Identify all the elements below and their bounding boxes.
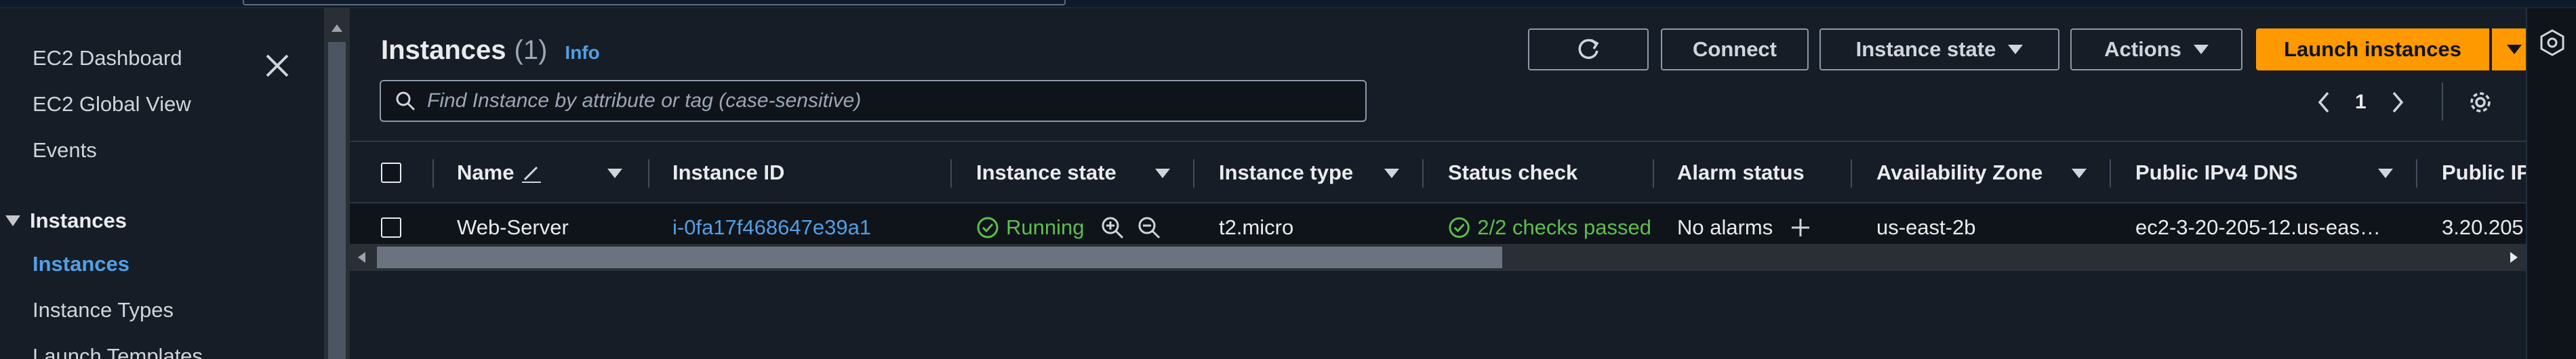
column-header-instance-state[interactable]: Instance state xyxy=(976,142,1116,204)
instance-state-label: Instance state xyxy=(1855,37,1996,61)
sidebar-scrollbar[interactable] xyxy=(324,8,350,359)
status-check-text: 2/2 checks passed xyxy=(1477,215,1651,239)
row-checkbox[interactable] xyxy=(381,217,401,238)
sidebar-scrollbar-thumb[interactable] xyxy=(328,42,346,359)
sort-icon[interactable] xyxy=(2378,169,2393,178)
edit-icon xyxy=(522,166,542,183)
column-separator xyxy=(648,159,649,188)
instance-state-dropdown[interactable]: Instance state xyxy=(1819,28,2059,70)
launch-instances-button[interactable]: Launch instances xyxy=(2256,28,2489,70)
pagination: 1 xyxy=(2316,85,2406,119)
sort-icon[interactable] xyxy=(607,169,622,178)
check-circle-icon xyxy=(1449,217,1470,238)
connect-button[interactable]: Connect xyxy=(1661,28,1809,70)
divider xyxy=(2442,83,2443,121)
chevron-left-icon[interactable] xyxy=(2316,90,2332,114)
sort-icon[interactable] xyxy=(2072,169,2087,178)
actions-label: Actions xyxy=(2104,37,2181,61)
sidebar-item-ec2-dashboard[interactable]: EC2 Dashboard xyxy=(33,46,182,70)
column-header-availability-zone[interactable]: Availability Zone xyxy=(1876,142,2042,204)
search-bar[interactable] xyxy=(380,80,1367,122)
chevron-down-icon xyxy=(2507,45,2522,54)
close-icon[interactable] xyxy=(262,50,293,81)
column-header-instance-type[interactable]: Instance type xyxy=(1219,142,1353,204)
sort-icon[interactable] xyxy=(1155,169,1170,178)
column-separator xyxy=(1851,159,1852,188)
column-separator xyxy=(2416,159,2417,188)
right-utility-rail xyxy=(2526,8,2576,359)
chevron-right-icon[interactable] xyxy=(2390,90,2406,114)
column-separator xyxy=(432,159,434,188)
horizontal-scrollbar-thumb[interactable] xyxy=(377,247,1502,268)
sidebar-item-instances[interactable]: Instances xyxy=(33,252,129,276)
column-header-public-ipv4-dns[interactable]: Public IPv4 DNS xyxy=(2135,142,2297,204)
state-text: Running xyxy=(1006,215,1085,239)
column-header-name[interactable]: Name xyxy=(457,142,544,204)
chevron-down-icon xyxy=(2008,45,2024,54)
sidebar-section-label: Instances xyxy=(30,209,127,232)
info-link[interactable]: Info xyxy=(565,42,599,64)
column-header-instance-id[interactable]: Instance ID xyxy=(672,142,784,204)
search-icon xyxy=(396,91,416,111)
scroll-right-arrow-icon[interactable] xyxy=(2510,252,2518,263)
column-separator xyxy=(1193,159,1194,188)
refresh-button[interactable] xyxy=(1528,28,1649,70)
zoom-out-icon[interactable] xyxy=(1136,215,1162,240)
table-header: Name Instance ID Instance state Instance… xyxy=(350,141,2526,203)
sidebar-item-instance-types[interactable]: Instance Types xyxy=(33,298,174,322)
connect-button-label: Connect xyxy=(1693,37,1777,61)
top-navigation-bar xyxy=(0,0,2576,8)
sort-icon[interactable] xyxy=(1384,169,1399,178)
column-separator xyxy=(1653,159,1654,188)
sidebar: EC2 Dashboard EC2 Global View Events Ins… xyxy=(0,8,324,359)
instances-panel: Instances (1) Info Connect Instance stat… xyxy=(350,8,2537,359)
sidebar-item-events[interactable]: Events xyxy=(33,138,97,163)
sidebar-item-ec2-global-view[interactable]: EC2 Global View xyxy=(33,92,191,117)
zoom-in-icon[interactable] xyxy=(1100,215,1125,240)
refresh-icon xyxy=(1578,39,1599,60)
sidebar-item-launch-templates[interactable]: Launch Templates xyxy=(33,344,203,359)
scroll-left-arrow-icon[interactable] xyxy=(358,252,365,263)
launch-instances-label: Launch instances xyxy=(2284,37,2461,61)
current-page[interactable]: 1 xyxy=(2355,91,2367,114)
column-header-public-ip[interactable]: Public IP xyxy=(2442,142,2526,204)
global-search-box[interactable] xyxy=(243,0,1066,5)
caret-down-icon xyxy=(5,215,20,226)
alarm-status-text: No alarms xyxy=(1677,215,1773,239)
select-all-checkbox[interactable] xyxy=(381,163,401,183)
column-separator xyxy=(1422,159,1424,188)
column-header-alarm-status[interactable]: Alarm status xyxy=(1677,142,1805,204)
column-label: Name xyxy=(457,161,515,184)
instance-count: (1) xyxy=(514,35,548,65)
scroll-up-arrow-icon[interactable] xyxy=(331,24,342,32)
sidebar-section-instances[interactable]: Instances xyxy=(5,209,127,233)
page-title: Instances (1) Info xyxy=(381,35,600,66)
actions-dropdown[interactable]: Actions xyxy=(2070,28,2242,70)
search-input[interactable] xyxy=(427,89,1308,112)
column-separator xyxy=(950,159,952,188)
plus-icon[interactable] xyxy=(1789,216,1812,239)
gear-icon[interactable] xyxy=(2465,87,2496,118)
settings-hexagon-icon[interactable] xyxy=(2538,28,2567,57)
column-separator xyxy=(2110,159,2111,188)
check-circle-icon xyxy=(977,217,999,238)
horizontal-scrollbar[interactable] xyxy=(350,244,2526,271)
chevron-down-icon xyxy=(2193,45,2209,54)
column-header-status-check[interactable]: Status check xyxy=(1448,142,1577,204)
page-title-text: Instances xyxy=(381,35,506,65)
